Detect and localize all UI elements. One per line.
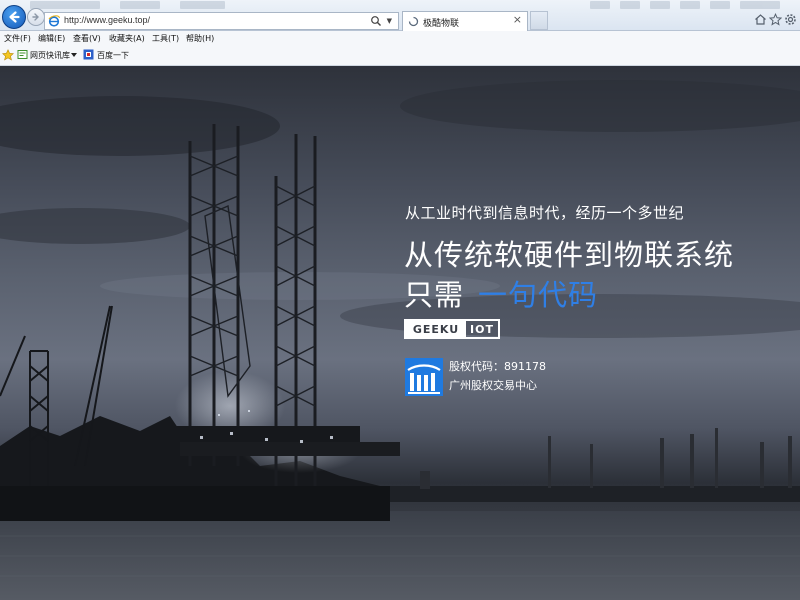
hero-tagline-accent: 一句代码 xyxy=(478,278,599,312)
equity-exchange-logo-icon xyxy=(405,358,443,396)
browser-toolbar: http://www.geeku.top/ ▼ 极酷物联 × xyxy=(0,0,800,31)
logo-iot-text: IOT xyxy=(470,322,494,336)
new-tab-button[interactable] xyxy=(530,11,548,30)
favorites-star-icon[interactable] xyxy=(2,49,14,61)
arrow-left-icon xyxy=(9,11,20,23)
hero-title: 从传统软硬件到物联系统 xyxy=(404,238,735,272)
menu-file[interactable]: 文件(F) xyxy=(4,33,31,44)
toolbar-right-icons xyxy=(754,13,796,27)
favorite-baidu[interactable]: 百度一下 xyxy=(97,50,129,61)
arrow-right-icon xyxy=(32,13,39,21)
background-window-strip-right xyxy=(590,1,790,10)
hero-subtitle: 从工业时代到信息时代，经历一个多世纪 xyxy=(405,204,685,222)
browser-window: http://www.geeku.top/ ▼ 极酷物联 × 文件(F) 编辑(… xyxy=(0,0,800,600)
menu-view[interactable]: 查看(V) xyxy=(73,33,101,44)
gear-icon[interactable] xyxy=(784,13,797,26)
tab-title: 极酷物联 xyxy=(423,19,460,29)
baidu-icon xyxy=(83,49,94,60)
hero-tagline-prefix: 只需 xyxy=(404,278,465,312)
hero-banner: 从工业时代到信息时代，经历一个多世纪 从传统软硬件到物联系统 只需 一句代码 GE… xyxy=(0,66,800,600)
menu-tools[interactable]: 工具(T) xyxy=(152,33,179,44)
back-button[interactable] xyxy=(2,5,26,29)
search-icon[interactable] xyxy=(370,14,382,28)
stock-code: 股权代码：891178 xyxy=(449,360,546,373)
menu-edit[interactable]: 编辑(E) xyxy=(38,33,65,44)
geeku-iot-logo: GEEKU IOT xyxy=(404,319,500,339)
tab-geeku[interactable]: 极酷物联 × xyxy=(402,11,528,31)
favorite-web-slice[interactable]: 网页快讯库 xyxy=(30,50,70,61)
url-text[interactable]: http://www.geeku.top/ xyxy=(64,15,150,25)
background-window-strip xyxy=(30,1,230,10)
forward-button[interactable] xyxy=(27,8,45,26)
close-icon[interactable]: × xyxy=(513,14,522,25)
web-slice-icon xyxy=(17,50,28,59)
menu-bar: 文件(F) 编辑(E) 查看(V) 收藏夹(A) 工具(T) 帮助(H) xyxy=(0,31,800,47)
oil-rig-background xyxy=(0,80,800,600)
stock-exchange-name: 广州股权交易中心 xyxy=(449,379,537,392)
menu-favorites[interactable]: 收藏夹(A) xyxy=(109,33,145,44)
favorites-bar: 网页快讯库 百度一下 xyxy=(0,46,800,66)
hero-tagline: 只需 一句代码 xyxy=(404,272,598,314)
star-icon[interactable] xyxy=(769,13,782,26)
menu-help[interactable]: 帮助(H) xyxy=(186,33,214,44)
logo-geeku-text: GEEKU xyxy=(406,321,466,337)
loading-icon xyxy=(408,16,419,27)
caret-down-icon[interactable] xyxy=(70,49,78,60)
ie-logo-icon xyxy=(48,15,60,27)
home-icon[interactable] xyxy=(754,13,767,26)
chevron-down-icon[interactable]: ▼ xyxy=(387,18,392,25)
address-bar[interactable]: http://www.geeku.top/ ▼ xyxy=(44,12,399,30)
